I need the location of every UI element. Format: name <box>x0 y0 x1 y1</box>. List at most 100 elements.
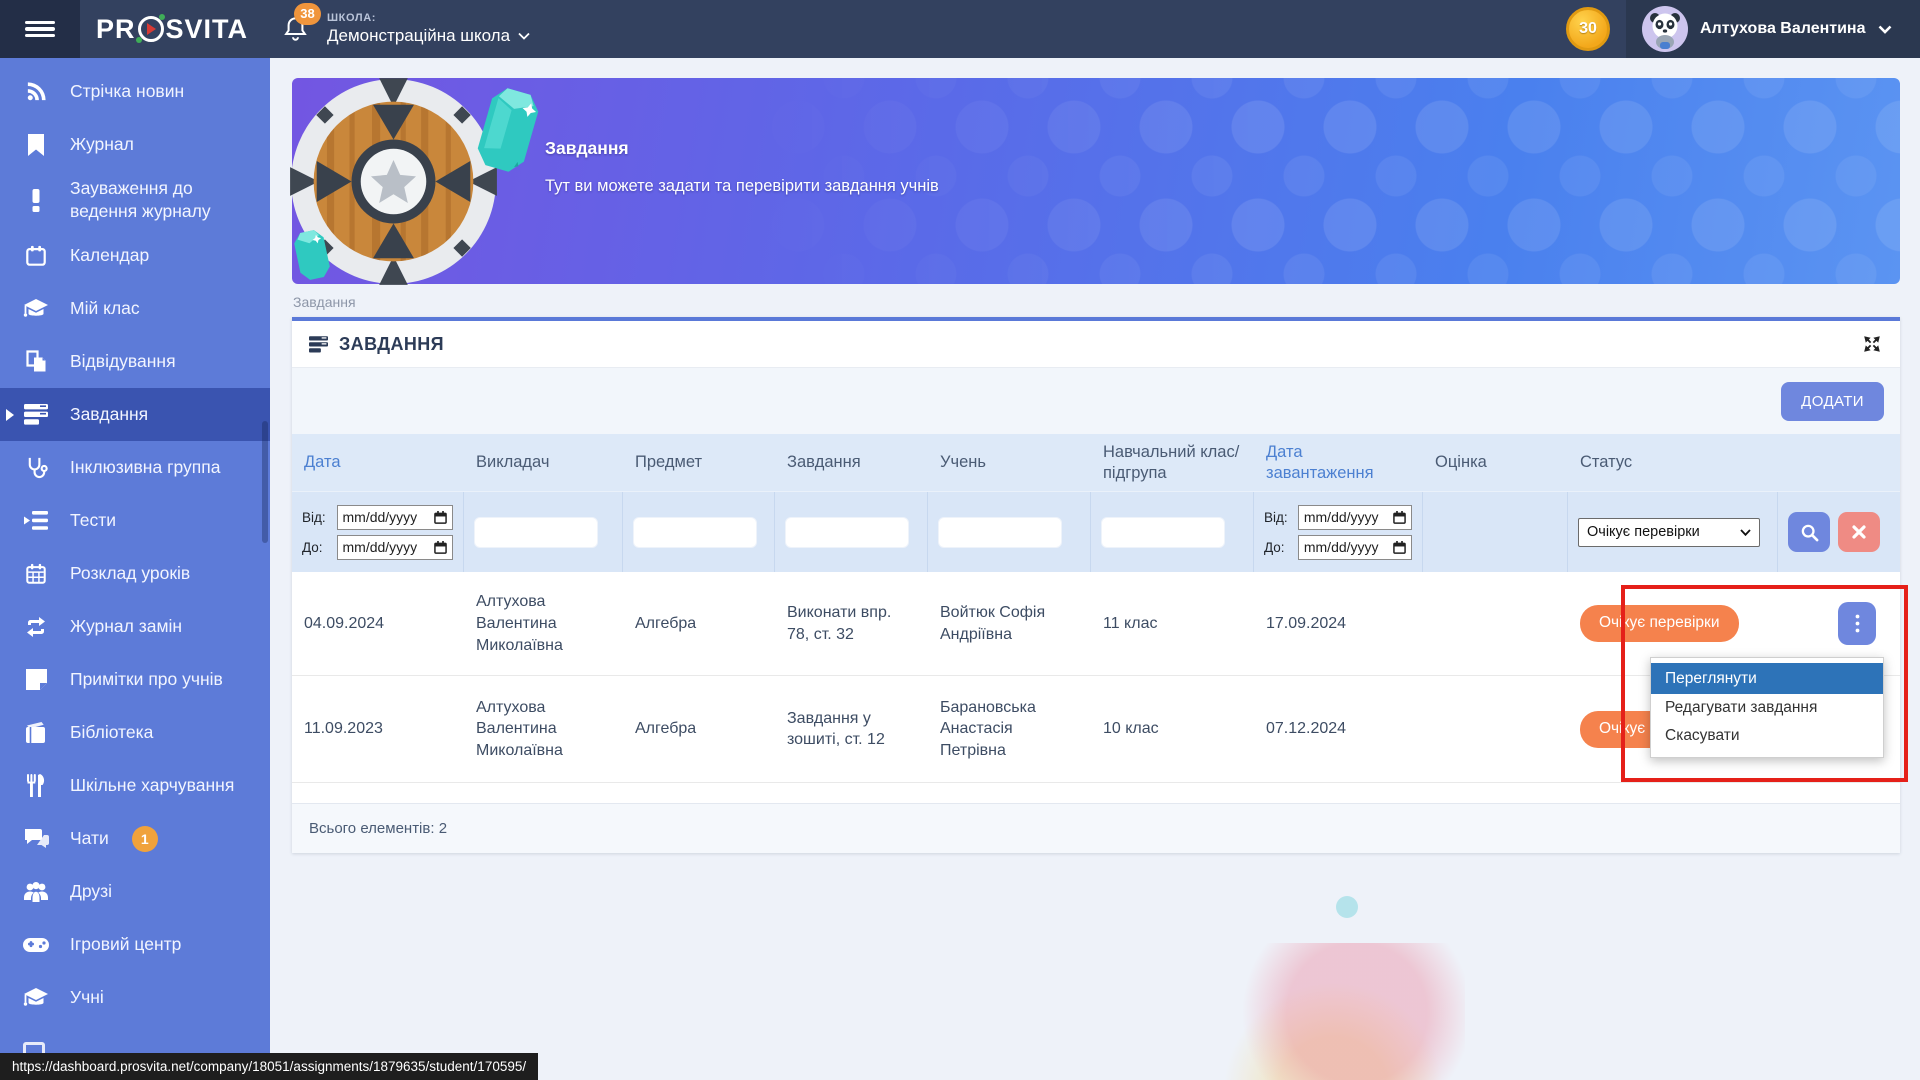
test-list-icon <box>23 511 49 530</box>
filter-upload-date-cell: Від: mm/dd/yyyy До: mm/dd/yyyy <box>1254 492 1423 572</box>
filter-class-input[interactable] <box>1101 517 1225 548</box>
search-button[interactable] <box>1788 512 1830 552</box>
user-name: Алтухова Валентина <box>1700 20 1866 38</box>
sidebar-item-tests[interactable]: Тести <box>0 494 270 547</box>
filter-student-input[interactable] <box>938 517 1062 548</box>
sidebar-item-journal[interactable]: Журнал <box>0 118 270 171</box>
sidebar-item-student-notes[interactable]: Примітки про учнів <box>0 653 270 706</box>
column-header-upload-date[interactable]: Дата завантаження <box>1254 434 1423 491</box>
school-selector: ШКОЛА: Демонстраційна школа <box>327 12 530 46</box>
sidebar-item-inclusive-group[interactable]: Інклюзивна группа <box>0 441 270 494</box>
sidebar-item-label: Ігровий центр <box>70 933 181 956</box>
column-header-grade[interactable]: Оцінка <box>1423 434 1568 491</box>
background-watermark-bow <box>1225 943 1465 1080</box>
top-bar: PR SVITA 38 ШКОЛА: Демонстраційна школа … <box>0 0 1920 58</box>
hamburger-menu-button[interactable] <box>0 0 80 58</box>
column-header-actions <box>1778 434 1900 491</box>
sidebar-scrollbar-thumb[interactable] <box>262 421 268 543</box>
sidebar-item-label: Мій клас <box>70 297 140 320</box>
sidebar-item-label: Зауваження до ведення журналу <box>70 177 260 223</box>
sidebar-item-lesson-schedule[interactable]: Розклад уроків <box>0 547 270 600</box>
filter-teacher-input[interactable] <box>474 517 598 548</box>
schedule-icon <box>23 563 49 585</box>
sidebar-item-journal-remarks[interactable]: Зауваження до ведення журналу <box>0 171 270 229</box>
sidebar-item-game-center[interactable]: Ігровий центр <box>0 918 270 971</box>
background-watermark-dot <box>1336 896 1358 918</box>
column-header-task[interactable]: Завдання <box>775 434 928 491</box>
upload-date-from-input[interactable]: mm/dd/yyyy <box>1298 505 1412 530</box>
column-header-subject[interactable]: Предмет <box>623 434 775 491</box>
clear-filter-button[interactable] <box>1838 512 1880 552</box>
chevron-down-icon <box>1740 529 1751 536</box>
calendar-icon[interactable] <box>1393 541 1406 554</box>
context-menu-item-cancel[interactable]: Скасувати <box>1651 722 1883 750</box>
filter-task-input[interactable] <box>785 517 909 548</box>
sidebar-item-label: Учні <box>70 986 104 1009</box>
sidebar-item-friends[interactable]: Друзі <box>0 865 270 918</box>
chats-unread-badge: 1 <box>132 826 158 852</box>
row-context-menu: Переглянути Редагувати завдання Скасуват… <box>1650 657 1884 758</box>
column-header-teacher[interactable]: Викладач <box>464 434 623 491</box>
filter-subject-input[interactable] <box>633 517 757 548</box>
cell-student: Барановська Анастасія Петрівна <box>928 676 1091 782</box>
filter-date-cell: Від: mm/dd/yyyy До: mm/dd/yyyy <box>292 492 464 572</box>
sidebar-item-label: Друзі <box>70 880 112 903</box>
rss-icon <box>23 80 49 103</box>
sidebar-item-label: Інклюзивна группа <box>70 456 220 479</box>
context-menu-item-edit[interactable]: Редагувати завдання <box>1651 694 1883 722</box>
sidebar-item-calendar[interactable]: Календар <box>0 229 270 282</box>
filter-class-cell <box>1091 492 1254 572</box>
sidebar-item-label: Стрічка новин <box>70 80 184 103</box>
avatar <box>1642 6 1688 52</box>
sidebar-item-label: Календар <box>70 244 149 267</box>
cell-subject: Алгебра <box>623 572 775 675</box>
context-menu-item-view[interactable]: Переглянути <box>1651 663 1883 694</box>
logo[interactable]: PR SVITA <box>96 14 248 45</box>
cell-grade <box>1423 676 1568 782</box>
notification-count-badge: 38 <box>294 3 321 25</box>
notifications-button[interactable]: 38 <box>282 15 309 44</box>
column-header-date[interactable]: Дата <box>292 434 464 491</box>
book-icon <box>23 722 49 743</box>
sidebar: Стрічка новин Журнал Зауваження до веден… <box>0 58 270 1080</box>
status-filter-select[interactable]: Очікує перевірки <box>1578 518 1760 547</box>
column-header-class[interactable]: Навчальний клас/підгрупа <box>1091 434 1254 491</box>
logo-text-pre: PR <box>96 14 136 45</box>
sidebar-item-school-meals[interactable]: Шкільне харчування <box>0 759 270 812</box>
table-footer: Всього елементів: 2 <box>292 803 1900 853</box>
coins-badge[interactable]: 30 <box>1566 7 1610 51</box>
filter-status-cell: Очікує перевірки <box>1568 492 1778 572</box>
calendar-icon[interactable] <box>434 511 447 524</box>
sidebar-item-chats[interactable]: Чати 1 <box>0 812 270 865</box>
school-label: ШКОЛА: <box>327 12 530 24</box>
breadcrumb: Завдання <box>293 294 1920 310</box>
sidebar-item-assignments[interactable]: Завдання <box>0 388 270 441</box>
school-name-dropdown[interactable]: Демонстраційна школа <box>327 26 530 46</box>
sidebar-item-news-feed[interactable]: Стрічка новин <box>0 65 270 118</box>
cell-date: 04.09.2024 <box>292 572 464 675</box>
sidebar-item-my-class[interactable]: Мій клас <box>0 282 270 335</box>
row-actions-button[interactable] <box>1838 602 1876 645</box>
sidebar-item-attendance[interactable]: Відвідування <box>0 335 270 388</box>
expand-icon[interactable] <box>1861 333 1883 355</box>
pages-icon <box>23 350 49 373</box>
sidebar-item-label: Журнал замін <box>70 615 182 638</box>
sidebar-item-label: Журнал <box>70 133 134 156</box>
add-button[interactable]: ДОДАТИ <box>1781 382 1884 421</box>
sidebar-item-label: Примітки про учнів <box>70 668 223 691</box>
sidebar-item-library[interactable]: Бібліотека <box>0 706 270 759</box>
filter-to-label: До: <box>302 540 331 555</box>
sidebar-item-substitution-journal[interactable]: Журнал замін <box>0 600 270 653</box>
calendar-icon[interactable] <box>434 541 447 554</box>
calendar-icon[interactable] <box>1393 511 1406 524</box>
column-header-student[interactable]: Учень <box>928 434 1091 491</box>
filter-teacher-cell <box>464 492 623 572</box>
user-menu[interactable]: Алтухова Валентина <box>1626 0 1920 58</box>
column-header-status[interactable]: Статус <box>1568 434 1778 491</box>
cell-class: 10 клас <box>1091 676 1254 782</box>
date-from-input[interactable]: mm/dd/yyyy <box>337 505 454 530</box>
sidebar-item-students[interactable]: Учні <box>0 971 270 1024</box>
upload-date-to-input[interactable]: mm/dd/yyyy <box>1298 535 1412 560</box>
filter-to-label: До: <box>1264 540 1292 555</box>
date-to-input[interactable]: mm/dd/yyyy <box>337 535 454 560</box>
